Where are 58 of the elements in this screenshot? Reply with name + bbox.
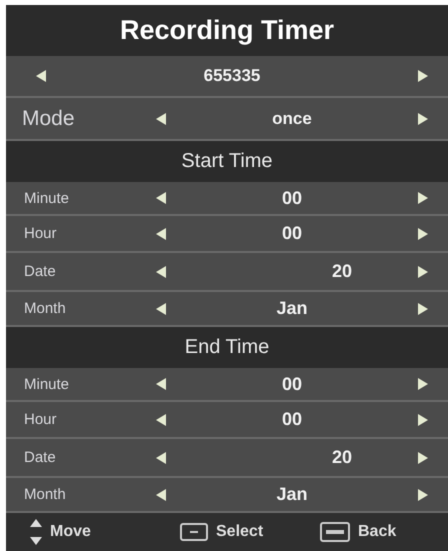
setting-row[interactable]: Date 20 xyxy=(6,439,448,478)
setting-row[interactable]: Hour 00 xyxy=(6,216,448,253)
left-arrow-icon[interactable] xyxy=(36,70,46,82)
setting-label: Minute xyxy=(23,190,70,206)
window-title: Recording Timer xyxy=(6,5,448,56)
setting-row[interactable]: Hour 00 xyxy=(6,402,448,439)
right-arrow-icon[interactable] xyxy=(418,112,428,124)
left-arrow-icon[interactable] xyxy=(156,192,166,204)
setting-row[interactable]: Date 20 xyxy=(6,253,448,292)
mode-row[interactable]: Mode once xyxy=(6,98,448,141)
setting-label: Hour xyxy=(23,225,58,242)
setting-value: Jan xyxy=(276,484,308,505)
setting-label: Mode xyxy=(21,106,76,130)
setting-label: Date xyxy=(23,449,57,466)
setting-label: Minute xyxy=(23,376,70,392)
left-arrow-icon[interactable] xyxy=(156,452,166,464)
left-arrow-icon[interactable] xyxy=(156,378,166,390)
setting-label: Month xyxy=(23,486,67,503)
right-arrow-icon[interactable] xyxy=(418,192,428,204)
setting-label: Date xyxy=(23,263,57,280)
setting-value: 00 xyxy=(282,409,302,430)
setting-value: 20 xyxy=(332,447,352,468)
channel-row[interactable]: 655335 xyxy=(6,56,448,98)
right-arrow-icon[interactable] xyxy=(418,266,428,278)
left-arrow-icon[interactable] xyxy=(156,112,166,124)
left-arrow-icon[interactable] xyxy=(156,266,166,278)
section-heading: Start Time xyxy=(6,141,448,182)
setting-row[interactable]: Month Jan xyxy=(6,292,448,327)
right-arrow-icon[interactable] xyxy=(418,302,428,314)
key-icon xyxy=(180,523,208,541)
right-arrow-icon[interactable] xyxy=(418,414,428,426)
section-heading: End Time xyxy=(6,327,448,368)
right-arrow-icon[interactable] xyxy=(418,378,428,390)
left-arrow-icon[interactable] xyxy=(156,302,166,314)
hint-text: Move xyxy=(50,523,91,541)
setting-value: 20 xyxy=(332,261,352,282)
right-arrow-icon[interactable] xyxy=(418,488,428,500)
hint-text: Back xyxy=(358,523,396,541)
setting-value: Jan xyxy=(276,298,308,319)
right-arrow-icon[interactable] xyxy=(418,228,428,240)
channel-value: 655335 xyxy=(204,66,260,86)
right-arrow-icon[interactable] xyxy=(418,452,428,464)
hint-text: Select xyxy=(216,523,264,541)
left-arrow-icon[interactable] xyxy=(156,228,166,240)
setting-label: Hour xyxy=(23,411,58,428)
setting-value: 00 xyxy=(282,188,302,208)
setting-value: 00 xyxy=(282,374,302,394)
left-arrow-icon[interactable] xyxy=(156,488,166,500)
setting-label: Month xyxy=(23,300,67,317)
left-arrow-icon[interactable] xyxy=(156,414,166,426)
setting-row[interactable]: Month Jan xyxy=(6,478,448,513)
setting-row[interactable]: Minute 00 xyxy=(6,182,448,216)
setting-value: 00 xyxy=(282,223,302,244)
up-down-arrows-icon xyxy=(30,519,42,545)
setting-value: once xyxy=(272,108,312,128)
setting-row[interactable]: Minute 00 xyxy=(6,368,448,402)
key-icon xyxy=(320,522,350,542)
right-arrow-icon[interactable] xyxy=(418,70,428,82)
